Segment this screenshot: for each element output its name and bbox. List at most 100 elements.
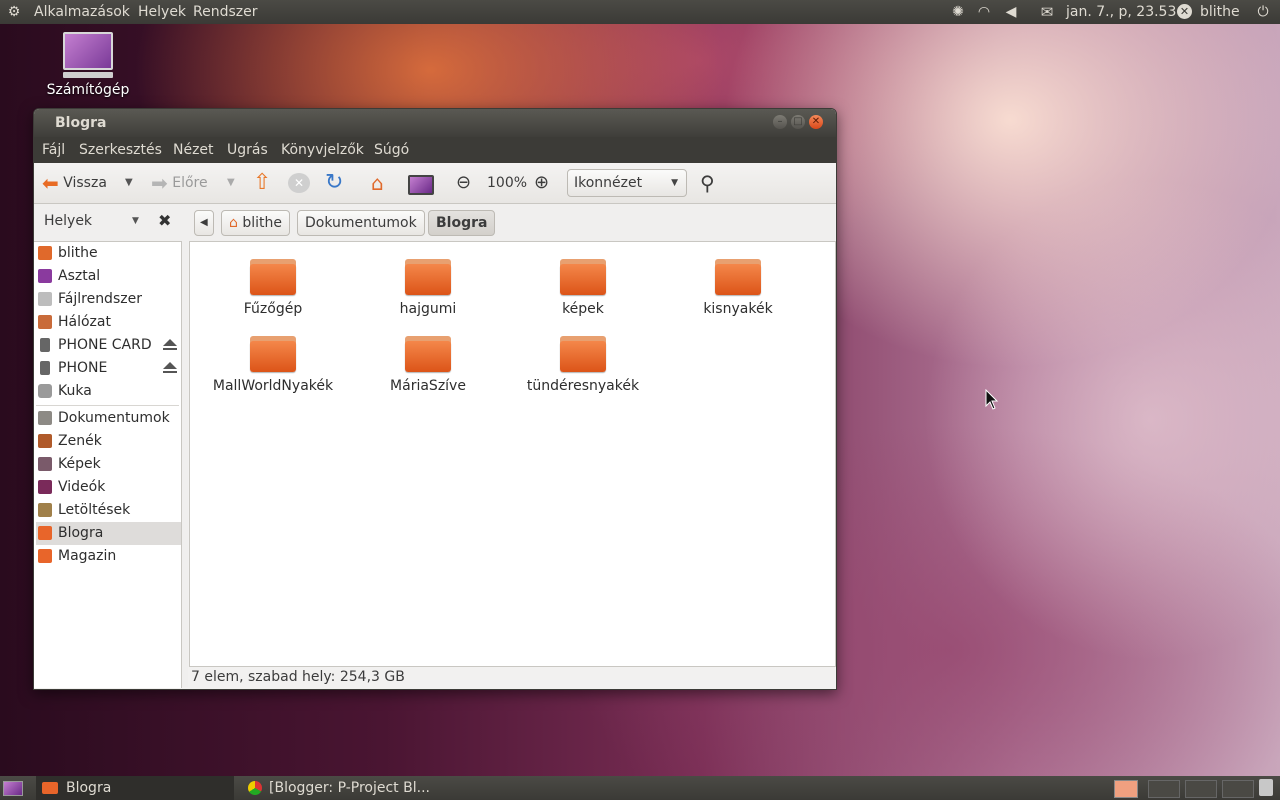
user-icon[interactable]: ✕ (1177, 4, 1192, 19)
menu-system[interactable]: Rendszer (193, 3, 257, 21)
sidebar-item-desktop[interactable]: Asztal (36, 265, 181, 288)
sidebar-item-label: Hálózat (58, 314, 111, 330)
sidebar-item-label: Letöltések (58, 502, 131, 518)
clock[interactable]: jan. 7., p, 23.53 (1066, 3, 1176, 21)
desktop-icon (38, 269, 52, 283)
pictures-folder-icon (38, 457, 52, 471)
forward-history-dropdown[interactable]: ▼ (227, 172, 235, 194)
back-button[interactable]: ⬅ Vissza (42, 172, 107, 194)
menu-file[interactable]: Fájl (42, 142, 65, 158)
folder-item[interactable]: hajgumi (353, 259, 503, 317)
menu-bookmarks[interactable]: Könyvjelzők (281, 142, 364, 158)
sidebar-item-label: PHONE CARD (58, 337, 152, 353)
downloads-folder-icon (38, 503, 52, 517)
videos-folder-icon (38, 480, 52, 494)
breadcrumb-home[interactable]: ⌂ blithe (221, 210, 290, 236)
folder-icon (405, 336, 451, 372)
breadcrumb-documents[interactable]: Dokumentumok (297, 210, 425, 236)
sidebar-close-icon[interactable]: ✖ (158, 211, 171, 230)
ubuntu-logo-icon[interactable]: ⚙ (6, 4, 22, 20)
folder-item[interactable]: kisnyakék (663, 259, 813, 317)
close-button[interactable]: ✕ (809, 115, 823, 129)
location-bar: Helyek ▼ ✖ ◀ ⌂ blithe Dokumentumok Blogr… (34, 204, 836, 241)
menu-edit[interactable]: Szerkesztés (79, 142, 162, 158)
network-manager-icon[interactable]: ✺ (950, 4, 966, 20)
show-desktop-icon[interactable] (3, 781, 23, 796)
home-icon[interactable]: ⌂ (371, 172, 384, 194)
mail-icon[interactable]: ✉ (1039, 4, 1055, 20)
zoom-out-icon[interactable]: ⊖ (456, 172, 471, 194)
folder-label: MallWorldNyakék (212, 378, 334, 394)
sidebar-item-phone-card[interactable]: PHONE CARD (36, 334, 181, 357)
folder-item[interactable]: Fűzőgép (198, 259, 348, 317)
reload-icon[interactable]: ↻ (325, 172, 343, 194)
forward-button[interactable]: ➡ Előre (151, 172, 208, 194)
zoom-level[interactable]: 100% (487, 172, 527, 194)
sidebar-item-label: Képek (58, 456, 101, 472)
trash-icon[interactable] (1259, 779, 1273, 796)
network-icon (38, 315, 52, 329)
menu-places[interactable]: Helyek (138, 3, 186, 21)
sidebar-item-phone[interactable]: PHONE (36, 357, 181, 380)
folder-icon (42, 782, 58, 794)
user-name[interactable]: blithe (1200, 3, 1240, 21)
eject-icon[interactable] (163, 362, 177, 373)
folder-label: Fűzőgép (243, 301, 303, 317)
folder-item[interactable]: MáriaSzíve (353, 336, 503, 394)
folder-item[interactable]: tündéresnyakék (508, 336, 658, 394)
desktop-computer-icon[interactable]: Számítógép (46, 32, 130, 98)
sidebar-item-documents[interactable]: Dokumentumok (36, 407, 181, 430)
folder-icon (38, 526, 52, 540)
zoom-in-icon[interactable]: ⊕ (534, 172, 549, 194)
menu-go[interactable]: Ugrás (227, 142, 268, 158)
breadcrumb-current[interactable]: Blogra (428, 210, 496, 236)
workspace-4[interactable] (1222, 780, 1254, 798)
sidebar-item-label: Asztal (58, 268, 101, 284)
sidebar-header[interactable]: Helyek (44, 213, 92, 229)
sidebar-item-pictures[interactable]: Képek (36, 453, 181, 476)
sidebar: blithe Asztal Fájlrendszer Hálózat PHONE… (34, 241, 182, 688)
view-mode-select[interactable]: Ikonnézet ▼ (567, 169, 687, 197)
sidebar-splitter[interactable] (182, 241, 188, 687)
folder-item[interactable]: MallWorldNyakék (198, 336, 348, 394)
computer-icon (63, 32, 113, 70)
computer-icon[interactable] (408, 175, 434, 195)
search-icon[interactable]: ⚲ (700, 172, 715, 194)
folder-icon (250, 259, 296, 295)
workspace-3[interactable] (1185, 780, 1217, 798)
sidebar-item-blogra[interactable]: Blogra (36, 522, 181, 545)
taskbar-item-blogra[interactable]: Blogra (36, 776, 234, 800)
sidebar-item-filesystem[interactable]: Fájlrendszer (36, 288, 181, 311)
toolbar: ⬅ Vissza ▼ ➡ Előre ▼ ⇧ ✕ ↻ ⌂ ⊖ 100% ⊕ Ik… (34, 163, 836, 204)
wifi-icon[interactable]: ◠ (976, 4, 992, 20)
back-history-dropdown[interactable]: ▼ (125, 172, 133, 194)
menu-help[interactable]: Súgó (374, 142, 409, 158)
taskbar-item-browser[interactable]: [Blogger: P-Project Bl... (240, 776, 440, 800)
bottom-panel: Blogra [Blogger: P-Project Bl... (0, 776, 1280, 800)
trash-icon (38, 384, 52, 398)
folder-item[interactable]: képek (508, 259, 658, 317)
eject-icon[interactable] (163, 339, 177, 350)
menu-applications[interactable]: Alkalmazások (34, 3, 130, 21)
sidebar-item-home[interactable]: blithe (36, 242, 181, 265)
maximize-button[interactable]: □ (791, 115, 805, 129)
breadcrumb-left-arrow[interactable]: ◀ (194, 210, 214, 236)
sidebar-item-trash[interactable]: Kuka (36, 380, 181, 403)
sidebar-item-music[interactable]: Zenék (36, 430, 181, 453)
power-icon[interactable]: ⏻ (1255, 4, 1271, 20)
top-panel: ⚙ Alkalmazások Helyek Rendszer ✺ ◠ ◀ ✉ j… (0, 0, 1280, 24)
sidebar-item-network[interactable]: Hálózat (36, 311, 181, 334)
minimize-button[interactable]: – (773, 115, 787, 129)
up-icon[interactable]: ⇧ (253, 172, 271, 194)
sidebar-type-dropdown[interactable]: ▼ (132, 216, 139, 226)
stop-icon[interactable]: ✕ (288, 173, 310, 193)
volume-icon[interactable]: ◀ (1003, 4, 1019, 20)
sidebar-item-downloads[interactable]: Letöltések (36, 499, 181, 522)
sidebar-item-videos[interactable]: Videók (36, 476, 181, 499)
titlebar[interactable]: Blogra – □ ✕ (34, 109, 836, 137)
sidebar-item-magazin[interactable]: Magazin (36, 545, 181, 568)
workspace-2[interactable] (1148, 780, 1180, 798)
menu-view[interactable]: Nézet (173, 142, 214, 158)
workspace-1[interactable] (1114, 780, 1138, 798)
chevron-down-icon: ▼ (671, 178, 678, 188)
